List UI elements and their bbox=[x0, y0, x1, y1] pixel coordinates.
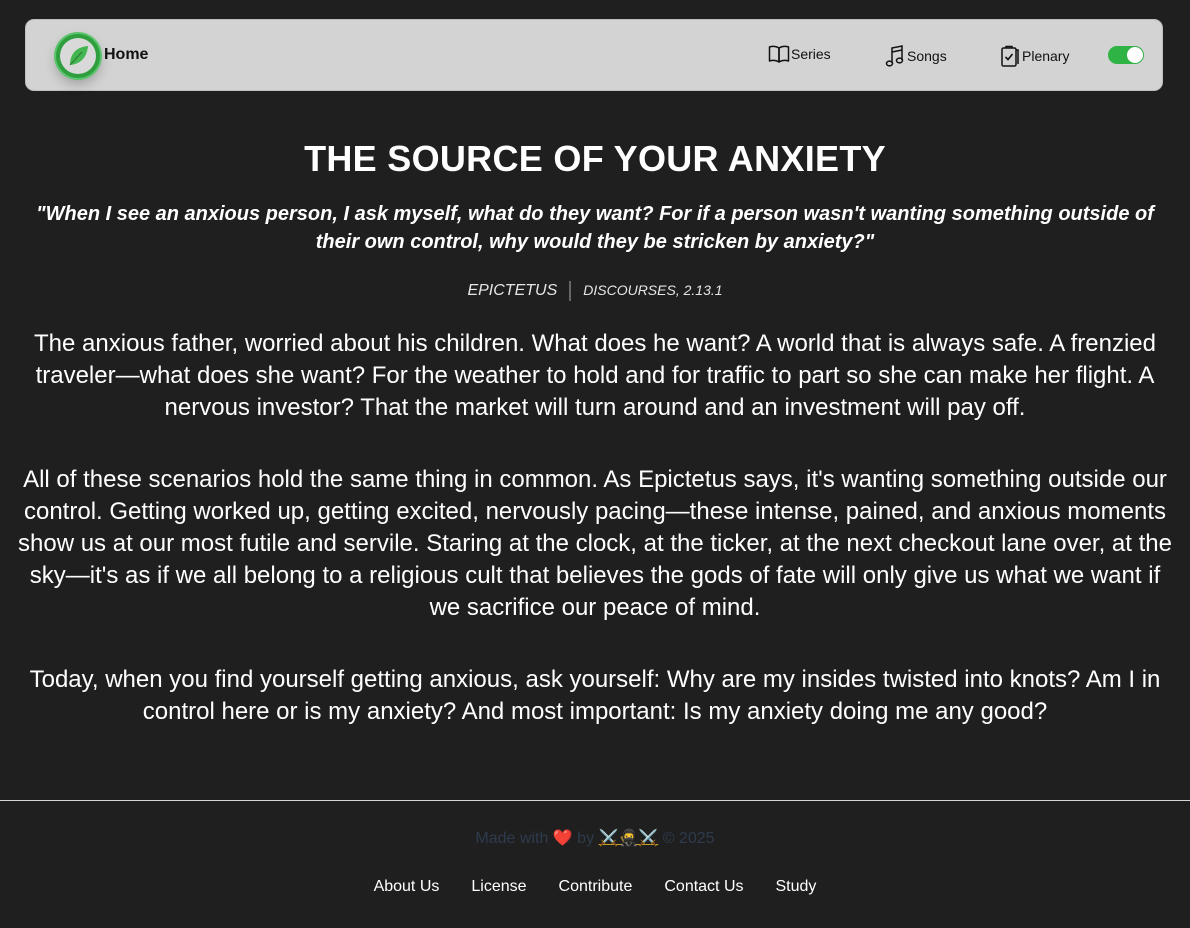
attribution: EPICTETUS DISCOURSES, 2.13.1 bbox=[0, 281, 1190, 301]
nav-songs-link[interactable]: Songs bbox=[884, 44, 947, 68]
home-link[interactable]: Home bbox=[104, 46, 148, 64]
quote-author: EPICTETUS bbox=[467, 282, 558, 300]
made-by-text: by bbox=[577, 830, 595, 847]
nav-plenary-link[interactable]: Plenary bbox=[999, 44, 1069, 68]
nav-songs-label: Songs bbox=[907, 48, 947, 64]
footer-link-study[interactable]: Study bbox=[776, 878, 817, 896]
article-paragraph: The anxious father, worried about his ch… bbox=[34, 330, 1156, 421]
attribution-divider bbox=[569, 281, 572, 301]
made-with-credit: Made with ❤️ by ⚔️🥷⚔️ © 2025 bbox=[0, 828, 1190, 848]
leaf-logo-icon[interactable] bbox=[56, 34, 100, 78]
quote: "When I see an anxious person, I ask mys… bbox=[36, 203, 1154, 253]
toggle-knob bbox=[1127, 47, 1143, 63]
quote-source: DISCOURSES, 2.13.1 bbox=[583, 282, 723, 299]
footer-link-contribute[interactable]: Contribute bbox=[559, 878, 633, 896]
page-title: THE SOURCE OF YOUR ANXIETY bbox=[304, 138, 886, 179]
footer-link-contact-us[interactable]: Contact Us bbox=[664, 878, 743, 896]
book-open-icon bbox=[768, 44, 790, 64]
footer-link-about-us[interactable]: About Us bbox=[374, 878, 440, 896]
footer-link-license[interactable]: License bbox=[471, 878, 526, 896]
nav-series-link[interactable]: Series bbox=[768, 44, 831, 64]
heart-icon: ❤️ bbox=[552, 830, 573, 847]
music-note-icon bbox=[884, 44, 906, 68]
theme-toggle[interactable] bbox=[1108, 46, 1144, 64]
top-navbar: Home Series Songs Plenary bbox=[25, 19, 1163, 91]
nav-series-label: Series bbox=[791, 46, 831, 62]
footer-divider bbox=[0, 800, 1190, 801]
footer-links: About Us License Contribute Contact Us S… bbox=[0, 878, 1190, 896]
clipboard-check-icon bbox=[999, 44, 1021, 68]
author-link[interactable]: ⚔️🥷⚔️ bbox=[599, 830, 659, 847]
nav-plenary-label: Plenary bbox=[1022, 48, 1070, 64]
made-with-text: Made with bbox=[475, 830, 549, 847]
article-paragraph: All of these scenarios hold the same thi… bbox=[18, 466, 1172, 621]
copyright-text: © 2025 bbox=[662, 830, 715, 847]
article-paragraph: Today, when you find yourself getting an… bbox=[29, 666, 1161, 725]
